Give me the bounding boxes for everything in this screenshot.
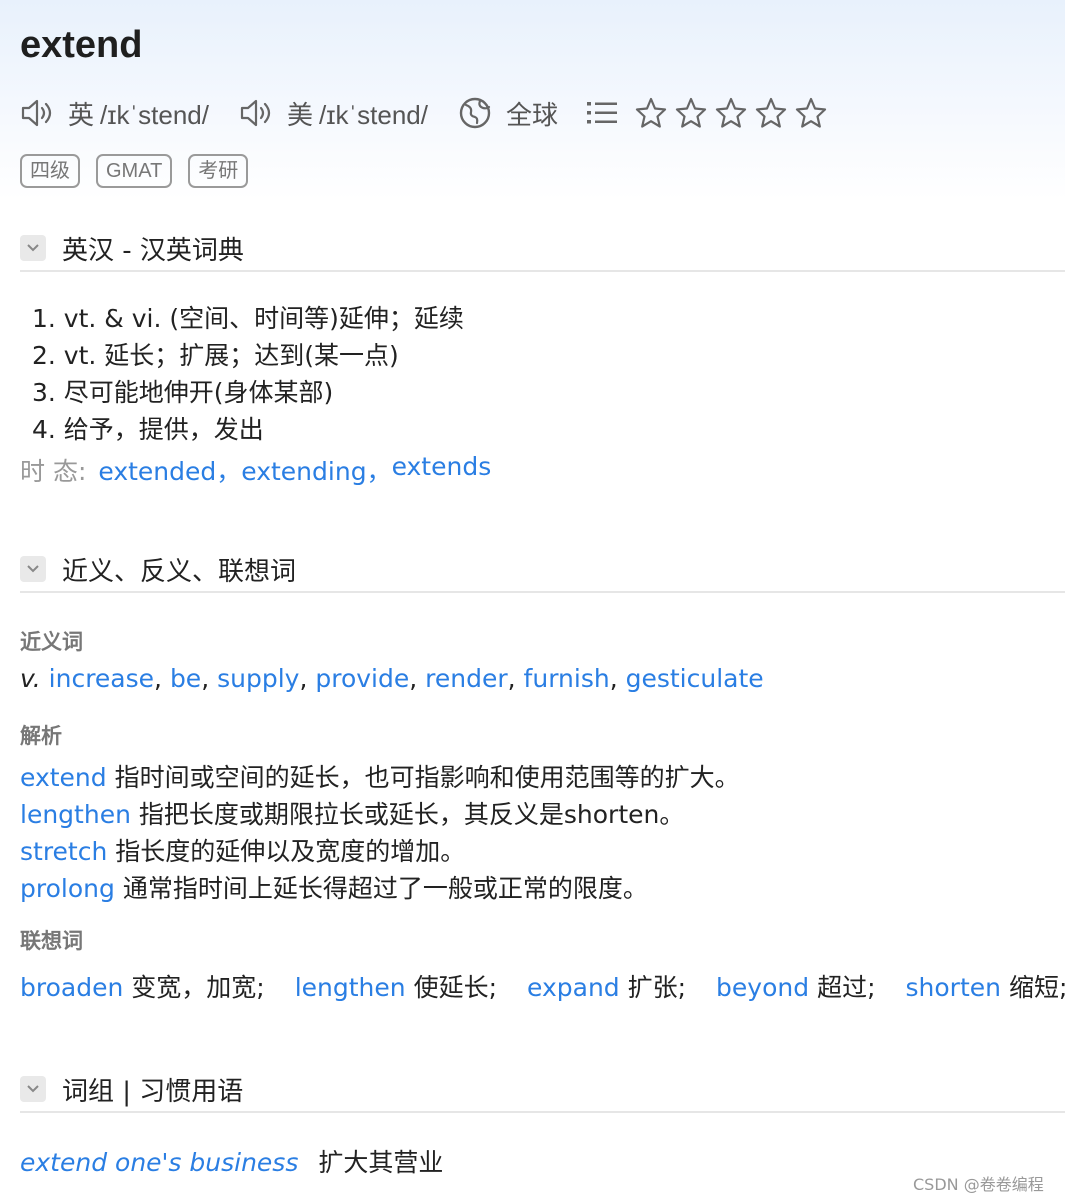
association-row: broaden 变宽，加宽; lengthen 使延长; expand 扩张; … bbox=[20, 968, 1065, 1004]
tense-link[interactable]: extended， bbox=[98, 452, 241, 488]
analysis-word-link[interactable]: stretch bbox=[20, 837, 107, 866]
tense-link[interactable]: extending， bbox=[241, 452, 391, 488]
analysis-text: 通常指时间上延长得超过了一般或正常的限度。 bbox=[122, 874, 648, 903]
uk-region-label: 英 bbox=[68, 100, 95, 131]
rating-stars[interactable] bbox=[634, 96, 834, 130]
analysis-item: stretch 指长度的延伸以及宽度的增加。 bbox=[20, 832, 465, 868]
section-header-related[interactable]: 近义、反义、联想词 bbox=[20, 547, 1065, 593]
analysis-word-link[interactable]: extend bbox=[20, 763, 107, 792]
analysis-text: 指时间或空间的延长，也可指影响和使用范围等的扩大。 bbox=[114, 763, 740, 792]
chevron-down-icon[interactable] bbox=[20, 1076, 46, 1102]
synonyms-label: 近义词 bbox=[20, 630, 83, 654]
tense-link[interactable]: extends bbox=[392, 452, 492, 488]
definition-item: 2. vt. 延长；扩展；达到(某一点) bbox=[32, 341, 399, 370]
synonym-link[interactable]: increase bbox=[49, 664, 154, 693]
star-icon[interactable] bbox=[794, 96, 828, 130]
tag-badge: GMAT bbox=[96, 154, 173, 188]
phrase-link[interactable]: extend one's business bbox=[20, 1148, 298, 1177]
definition-item: 4. 给予，提供，发出 bbox=[32, 415, 264, 444]
association-label: 联想词 bbox=[20, 929, 83, 953]
headword: extend bbox=[20, 24, 143, 66]
synonym-link[interactable]: provide bbox=[315, 664, 409, 693]
analysis-item: prolong 通常指时间上延长得超过了一般或正常的限度。 bbox=[20, 869, 648, 905]
synonym-link[interactable]: supply bbox=[217, 664, 299, 693]
exam-tags: 四级 GMAT 考研 bbox=[20, 154, 264, 188]
section-header-phrases[interactable]: 词组 | 习惯用语 bbox=[20, 1067, 1065, 1113]
association-word-link[interactable]: lengthen bbox=[295, 973, 406, 1002]
uk-ipa: /ɪkˈstend/ bbox=[100, 99, 209, 130]
association-meaning: 扩张; bbox=[627, 973, 687, 1002]
analysis-word-link[interactable]: prolong bbox=[20, 874, 115, 903]
association-meaning: 缩短; bbox=[1008, 973, 1065, 1002]
star-icon[interactable] bbox=[674, 96, 708, 130]
tense-row: 时 态: extended， extending， extends bbox=[20, 452, 491, 488]
watermark: CSDN @卷卷编程 bbox=[913, 1175, 1044, 1194]
star-icon[interactable] bbox=[714, 96, 748, 130]
us-pronunciation[interactable]: 美/ɪkˈstend/ bbox=[239, 95, 428, 132]
association-meaning: 使延长; bbox=[413, 973, 498, 1002]
association-item: shorten 缩短; bbox=[906, 968, 1065, 1004]
tense-label: 时 态: bbox=[20, 457, 87, 486]
synonym-link[interactable]: be bbox=[170, 664, 201, 693]
association-meaning: 超过; bbox=[817, 973, 876, 1002]
pronunciation-row: 英/ɪkˈstend/ 美/ɪkˈstend/ 全球 bbox=[20, 93, 834, 133]
section-title: 近义、反义、联想词 bbox=[62, 556, 297, 587]
association-item: lengthen 使延长; bbox=[295, 968, 497, 1004]
definition-list: 1. vt. & vi. (空间、时间等)延伸；延续 2. vt. 延长；扩展；… bbox=[32, 300, 464, 448]
tag-badge: 考研 bbox=[188, 154, 249, 188]
speaker-icon[interactable] bbox=[239, 98, 273, 128]
association-item: beyond 超过; bbox=[716, 968, 875, 1004]
us-region-label: 美 bbox=[286, 100, 313, 131]
analysis-text: 指长度的延伸以及宽度的增加。 bbox=[115, 837, 466, 866]
section-title: 英汉 - 汉英词典 bbox=[62, 235, 244, 266]
chevron-down-icon[interactable] bbox=[20, 235, 46, 261]
analysis-text: 指把长度或期限拉长或延长，其反义是shorten。 bbox=[138, 800, 685, 829]
star-icon[interactable] bbox=[754, 96, 788, 130]
association-word-link[interactable]: broaden bbox=[20, 973, 123, 1002]
analysis-label: 解析 bbox=[20, 724, 62, 748]
analysis-item: lengthen 指把长度或期限拉长或延长，其反义是shorten。 bbox=[20, 795, 684, 831]
globe-icon[interactable] bbox=[458, 96, 492, 130]
phrase-item: extend one's business 扩大其营业 bbox=[20, 1143, 443, 1179]
star-icon[interactable] bbox=[634, 96, 668, 130]
global-pronunciation-label[interactable]: 全球 bbox=[506, 95, 558, 132]
analysis-word-link[interactable]: lengthen bbox=[20, 800, 131, 829]
speaker-icon[interactable] bbox=[20, 98, 54, 128]
analysis-item: extend 指时间或空间的延长，也可指影响和使用范围等的扩大。 bbox=[20, 758, 740, 794]
part-of-speech: v. bbox=[20, 664, 41, 693]
association-word-link[interactable]: shorten bbox=[906, 973, 1001, 1002]
synonym-link[interactable]: furnish bbox=[524, 664, 610, 693]
association-word-link[interactable]: expand bbox=[527, 973, 620, 1002]
association-word-link[interactable]: beyond bbox=[716, 973, 809, 1002]
synonyms-line: v. increase, be, supply, provide, render… bbox=[20, 664, 764, 693]
association-item: expand 扩张; bbox=[527, 968, 686, 1004]
section-title: 词组 | 习惯用语 bbox=[62, 1076, 244, 1107]
list-icon[interactable] bbox=[586, 99, 618, 127]
definition-item: 1. vt. & vi. (空间、时间等)延伸；延续 bbox=[32, 304, 464, 333]
phrase-meaning: 扩大其营业 bbox=[318, 1148, 444, 1177]
chevron-down-icon[interactable] bbox=[20, 556, 46, 582]
association-item: broaden 变宽，加宽; bbox=[20, 968, 265, 1004]
synonym-link[interactable]: render bbox=[425, 664, 507, 693]
section-header-dictionary[interactable]: 英汉 - 汉英词典 bbox=[20, 226, 1065, 272]
uk-pronunciation[interactable]: 英/ɪkˈstend/ bbox=[20, 95, 209, 132]
tag-badge: 四级 bbox=[20, 154, 80, 188]
association-meaning: 变宽，加宽; bbox=[131, 973, 265, 1002]
synonym-link[interactable]: gesticulate bbox=[626, 664, 764, 693]
us-ipa: /ɪkˈstend/ bbox=[319, 99, 428, 130]
definition-item: 3. 尽可能地伸开(身体某部) bbox=[32, 378, 334, 407]
